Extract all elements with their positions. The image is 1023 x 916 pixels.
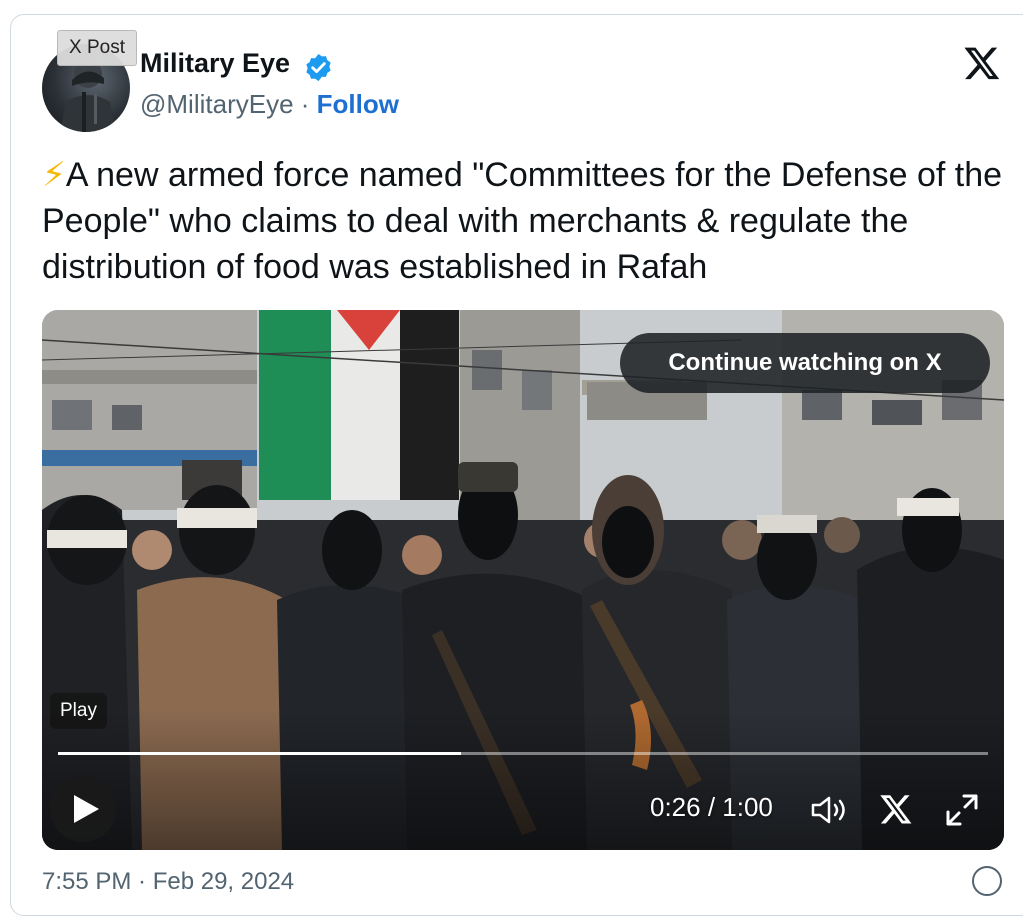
- author-handle[interactable]: @MilitaryEye: [140, 89, 294, 119]
- play-icon: [74, 795, 99, 823]
- progress-bar[interactable]: [58, 752, 988, 755]
- play-tooltip: Play: [50, 693, 107, 729]
- time-separator: /: [700, 792, 723, 822]
- x-post-tag: X Post: [57, 30, 137, 66]
- verified-badge-icon: [306, 53, 331, 82]
- tweet-text: ⚡A new armed force named "Committees for…: [42, 152, 1017, 290]
- author-handle-line: @MilitaryEye · Follow: [140, 89, 399, 120]
- duration: 1:00: [722, 792, 773, 822]
- handle-separator: ·: [293, 89, 317, 119]
- fullscreen-icon[interactable]: [944, 792, 980, 828]
- play-button[interactable]: [50, 776, 116, 842]
- time-readout: 0:26 / 1:00: [650, 792, 773, 823]
- follow-button[interactable]: Follow: [317, 89, 399, 119]
- video-player[interactable]: Continue watching on X Play 0:26 / 1:00: [42, 310, 1004, 850]
- volume-icon[interactable]: [810, 794, 850, 826]
- tweet-body: A new armed force named "Committees for …: [42, 156, 1003, 286]
- post-timestamp[interactable]: 7:55 PM · Feb 29, 2024: [42, 868, 294, 896]
- progress-fill: [58, 752, 461, 755]
- x-logo-icon[interactable]: [962, 44, 1002, 82]
- current-time: 0:26: [650, 792, 701, 822]
- continue-watching-button[interactable]: Continue watching on X: [620, 333, 990, 393]
- video-x-logo-icon[interactable]: [878, 792, 914, 826]
- info-icon[interactable]: [972, 866, 1002, 896]
- author-name[interactable]: Military Eye: [140, 48, 290, 79]
- lightning-emoji-icon: ⚡: [42, 156, 66, 194]
